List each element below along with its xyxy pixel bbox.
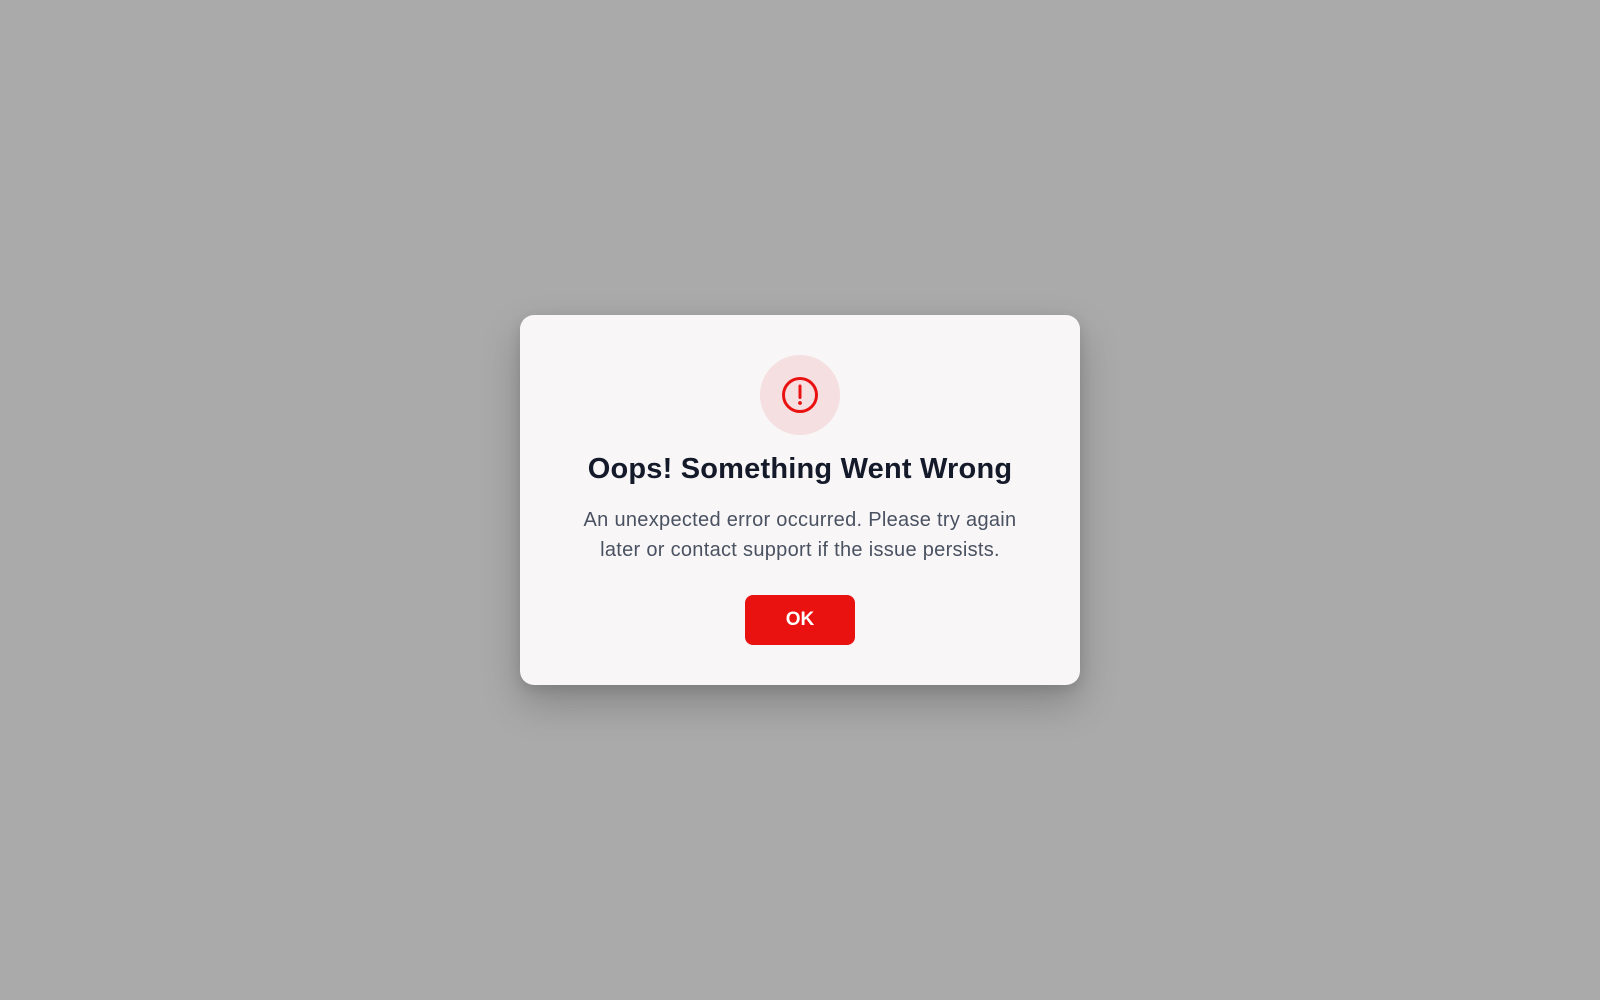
dialog-title: Oops! Something Went Wrong	[587, 453, 1013, 485]
error-dialog: Oops! Something Went Wrong An unexpected…	[520, 315, 1080, 685]
dialog-message: An unexpected error occurred. Please try…	[583, 509, 1017, 561]
error-icon-badge	[760, 355, 840, 435]
exclamation-circle-icon	[782, 377, 818, 413]
ok-button[interactable]: OK	[745, 595, 855, 645]
